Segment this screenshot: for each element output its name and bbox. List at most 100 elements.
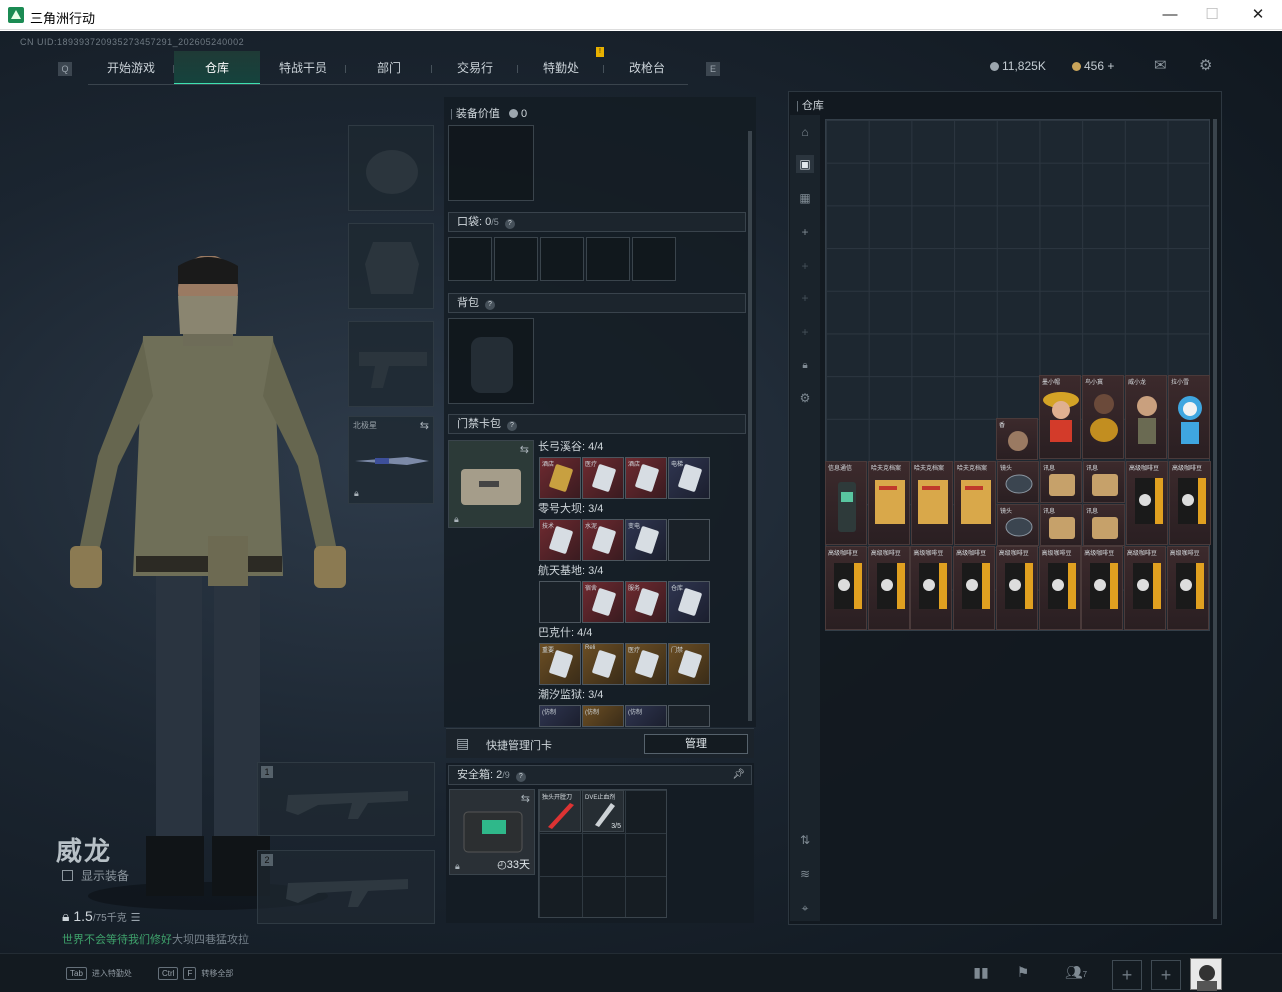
invite-slot-button[interactable]: +	[1151, 960, 1181, 990]
tab-operators[interactable]: 特战干员	[260, 51, 346, 85]
add-tab-icon[interactable]: +	[796, 323, 814, 341]
manage-button[interactable]: 管理	[644, 734, 748, 754]
add-tab-icon[interactable]: +	[796, 257, 814, 275]
keycard[interactable]: 医疗	[625, 643, 667, 685]
keycard[interactable]: 服务	[625, 581, 667, 623]
keycard-empty-slot[interactable]	[668, 519, 710, 561]
pocket-slot[interactable]	[586, 237, 630, 281]
loadout-scrollbar[interactable]	[748, 131, 752, 721]
tab-gunsmith[interactable]: 改枪台	[604, 51, 690, 85]
coffee-item[interactable]: 高级咖啡豆	[1038, 546, 1081, 630]
tab-market[interactable]: 交易行	[432, 51, 518, 85]
help-icon[interactable]: ?	[485, 300, 495, 310]
coffee-item[interactable]: 高级咖啡豆	[910, 546, 953, 630]
figure-item[interactable]: 鸟小冀	[1082, 375, 1124, 459]
lens-item[interactable]: 镜头	[997, 504, 1039, 546]
lock-icon[interactable]: 🔒︎	[796, 357, 814, 375]
coffee-item[interactable]: 高级咖啡豆	[1123, 546, 1166, 630]
swap-icon[interactable]: ⇆	[521, 792, 530, 805]
tab-department[interactable]: 部门	[346, 51, 432, 85]
weight-list-icon[interactable]: ☰	[131, 912, 141, 924]
coffee-item[interactable]: 高级咖啡豆	[1166, 546, 1209, 630]
coffee-item[interactable]: 高级咖啡豆	[825, 546, 867, 630]
layers-icon[interactable]: ≋	[796, 865, 814, 883]
keycard[interactable]: 变电	[625, 519, 667, 561]
warehouse-scrollbar[interactable]	[1213, 119, 1217, 919]
armor-slot[interactable]	[348, 223, 434, 309]
tab-start-game[interactable]: 开始游戏	[88, 51, 174, 85]
safe-box-slot[interactable]: ⇆ 🔒︎ ◴33天	[449, 789, 535, 875]
nav-next-icon[interactable]: E	[706, 62, 720, 76]
settings-gear-icon[interactable]: ⚙	[1199, 56, 1217, 74]
add-tab-icon[interactable]: +	[796, 223, 814, 241]
settings-gear-icon[interactable]: ⚙	[796, 389, 814, 407]
bag-item[interactable]: 讯息	[1083, 461, 1125, 503]
coffee-item[interactable]: 高级咖啡豆	[1081, 546, 1124, 630]
close-button[interactable]: ✕	[1248, 6, 1268, 24]
figure-item[interactable]: 拉小雪	[1168, 375, 1210, 459]
keycard[interactable]: 技术	[539, 519, 581, 561]
coffee-item[interactable]: 高级咖啡豆	[867, 546, 910, 630]
add-coupon-icon[interactable]: +	[1107, 59, 1114, 73]
stats-chart-icon[interactable]: ▮▮	[970, 964, 992, 984]
help-icon[interactable]: ?	[504, 219, 515, 229]
invite-slot-button[interactable]: +	[1112, 960, 1142, 990]
mail-icon[interactable]: ✉	[1154, 56, 1172, 74]
helmet-slot[interactable]	[348, 125, 434, 211]
minimize-button[interactable]: —	[1160, 6, 1180, 24]
backpack-slot[interactable]	[448, 318, 534, 404]
coupon-balance[interactable]: 456 +	[1072, 59, 1114, 73]
keycard[interactable]: 酒店	[625, 457, 667, 499]
keycard[interactable]: (仿制	[582, 705, 624, 727]
melee-slot[interactable]: 北极星 ⇆ 🔒︎	[348, 416, 434, 504]
primary-weapon-slot-2[interactable]: 2	[257, 850, 435, 924]
keycard[interactable]: 酒店	[539, 457, 581, 499]
keycard-empty-slot[interactable]	[539, 581, 581, 623]
figure-item[interactable]: 墨小帽	[1039, 375, 1081, 459]
hint-transfer-all[interactable]: Ctrl F 转移全部	[158, 967, 233, 980]
coffee-item[interactable]: 高级咖啡豆	[953, 546, 996, 630]
keycard-empty-slot[interactable]	[668, 705, 710, 727]
pocket-slot[interactable]	[540, 237, 584, 281]
pocket-slot[interactable]	[448, 237, 492, 281]
pocket-slot[interactable]	[632, 237, 676, 281]
folder-item[interactable]: 哈夫克档案	[911, 461, 953, 545]
add-tab-icon[interactable]: +	[796, 289, 814, 307]
warehouse-main-tab-icon[interactable]: ▣	[796, 155, 814, 173]
tab-special-ops[interactable]: 特勤处	[518, 51, 604, 85]
keycard[interactable]: 重要	[539, 643, 581, 685]
chest-rig-slot[interactable]	[448, 125, 534, 201]
keycard[interactable]: (仿制	[539, 705, 581, 727]
lens-item[interactable]: 镜头	[997, 461, 1039, 503]
bag-item[interactable]: 讯息	[1083, 504, 1125, 546]
sort-icon[interactable]: ⇅	[796, 831, 814, 849]
player-avatar[interactable]	[1190, 958, 1222, 991]
help-icon[interactable]: ?	[507, 421, 517, 431]
warehouse-tab-icon[interactable]: ▦	[796, 189, 814, 207]
swap-icon[interactable]: ⇆	[520, 443, 529, 456]
show-equipment-checkbox[interactable]	[62, 870, 73, 881]
bag-item[interactable]: 讯息	[1040, 461, 1082, 503]
keycard[interactable]: Reli	[582, 643, 624, 685]
sidearm-slot[interactable]	[348, 321, 434, 407]
keycard[interactable]: 医疗	[582, 457, 624, 499]
coffee-item[interactable]: 高级咖啡豆	[1126, 461, 1168, 545]
keycard[interactable]: 门禁	[668, 643, 710, 685]
warehouse-home-icon[interactable]: ⌂	[796, 123, 814, 141]
coffee-item[interactable]: 高级咖啡豆	[1169, 461, 1211, 545]
flag-icon[interactable]: ⚑	[1012, 964, 1034, 984]
show-equipment-toggle[interactable]: 显示装备	[62, 867, 129, 884]
keycard-case-slot[interactable]: ⇆ 🔒︎	[448, 440, 534, 528]
radio-item[interactable]: 信息通信	[825, 461, 867, 545]
keycard[interactable]: 电梯	[668, 457, 710, 499]
keycard[interactable]: 水泥	[582, 519, 624, 561]
keycard[interactable]: (仿制	[625, 705, 667, 727]
coffee-item[interactable]: 高级咖啡豆	[995, 546, 1038, 630]
maximize-button[interactable]: ☐	[1202, 6, 1222, 24]
hint-special-ops[interactable]: Tab 进入特勤处	[66, 967, 132, 980]
safe-item-knife[interactable]: 独头开膛刀	[539, 790, 581, 832]
friends-icon[interactable]: 👥︎7	[1060, 964, 1092, 984]
keycard[interactable]: 宿舍	[582, 581, 624, 623]
pin-icon[interactable]: 📌︎	[732, 766, 745, 784]
tab-warehouse[interactable]: 仓库	[174, 51, 260, 85]
